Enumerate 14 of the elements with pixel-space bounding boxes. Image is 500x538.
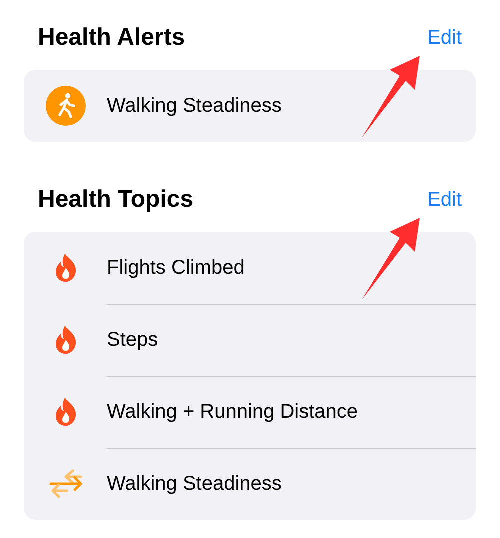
topic-label[interactable]: Walking + Running Distance	[107, 401, 358, 424]
flame-icon	[54, 254, 78, 282]
walking-person-icon	[46, 86, 86, 126]
edit-link[interactable]: Edit	[428, 26, 462, 50]
edit-link[interactable]: Edit	[428, 188, 462, 212]
opposing-arrows-icon	[48, 469, 82, 499]
topic-label[interactable]: Flights Climbed	[107, 256, 245, 280]
section-title: Health Alerts	[38, 24, 186, 52]
topic-label[interactable]: Steps	[107, 329, 158, 352]
flame-icon	[54, 326, 78, 354]
topic-label[interactable]: Walking Steadiness	[107, 473, 282, 496]
flame-icon	[54, 398, 78, 426]
topic-label[interactable]: Walking Steadiness	[107, 94, 282, 118]
section-title: Health Topics	[38, 186, 194, 214]
